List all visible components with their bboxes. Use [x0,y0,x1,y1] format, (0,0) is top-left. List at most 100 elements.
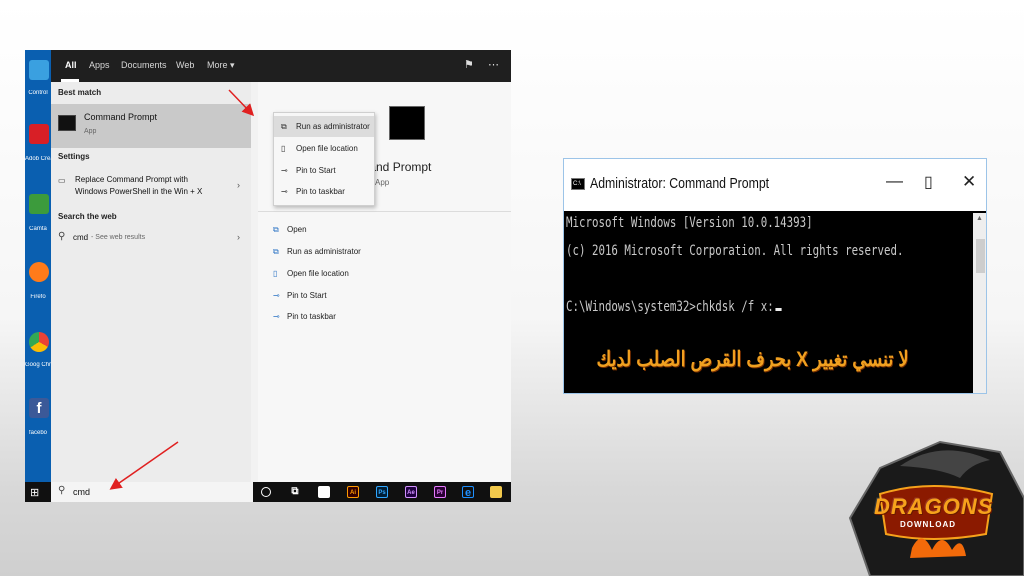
desktop-icon-label: Control [28,90,48,96]
desktop-icon-label: facebo [28,430,47,436]
settings-item-line2: Windows PowerShell in the Win + X [75,187,203,196]
search-web-heading: Search the web [58,212,117,221]
console-line: (c) 2016 Microsoft Corporation. All righ… [566,243,904,259]
search-icon: ⚲ [58,231,66,242]
settings-item[interactable]: ▭ Replace Command Prompt with Windows Po… [51,166,251,206]
desktop-icon-label: Camta [29,226,47,232]
windows-start-icon[interactable]: ⊞ [30,486,39,499]
desktop-icon-label: Firefo [30,294,46,300]
firefox-icon[interactable] [29,262,49,282]
folder-icon: ▯ [273,269,278,278]
ctx-label: Open file location [296,144,358,153]
action-label: Pin to Start [287,291,327,300]
best-match-heading: Best match [58,88,102,97]
ctx-pin-to-start[interactable]: ⊸ Pin to Start [274,160,374,181]
text-cursor [775,308,782,311]
best-match-item[interactable]: Command Prompt App [51,104,251,148]
chevron-right-icon: › [237,180,240,190]
pin-icon: ⊸ [281,187,288,196]
taskbar: ⊞ ⚲ cmd ⧉ Ai Ps Ae Pr e [25,482,511,502]
cmd-titlebar[interactable]: C:\ Administrator: Command Prompt — ▯ ✕ [564,159,986,211]
scroll-up-icon[interactable]: ▲ [976,215,983,222]
tab-web[interactable]: Web [176,60,194,70]
camtasia-icon[interactable] [29,194,49,214]
control-panel-icon[interactable] [29,60,49,80]
arabic-overlay-note: لا تنسي تغيير X بحرف القرص الصلب لديك [596,348,909,371]
web-hint: - See web results [91,234,146,241]
start-search-screenshot: Control Adob Creat Camta Firefo Goog Chr… [25,50,511,502]
action-pin-to-taskbar[interactable]: ⊸ Pin to taskbar [273,312,336,321]
ctx-run-as-admin[interactable]: ⧉ Run as administrator [274,116,374,137]
ctx-label: Run as administrator [296,122,370,131]
folder-icon: ▯ [281,144,286,153]
ctx-label: Pin to Start [296,166,336,175]
action-open[interactable]: ⧉ Open [273,225,307,235]
feedback-icon[interactable]: ⚑ [464,58,474,71]
command-prompt-icon [58,115,76,131]
action-pin-to-start[interactable]: ⊸ Pin to Start [273,291,327,300]
pin-icon: ⊸ [281,166,288,175]
display-settings-icon: ▭ [58,176,66,185]
start-menu: All Apps Documents Web More ▾ ⚑ ⋯ Best m… [51,50,511,482]
console-command: C:\Windows\system32>chkdsk /f x: [566,299,774,315]
logo-title: DRAGONS [874,494,994,519]
maximize-icon[interactable]: ▯ [924,172,933,192]
tab-apps[interactable]: Apps [89,60,110,70]
cmd-title: Administrator: Command Prompt [590,175,770,192]
task-view-icon[interactable]: ⧉ [289,486,301,498]
chevron-right-icon: › [237,232,240,242]
premiere-icon[interactable]: Pr [434,486,446,498]
dragons-download-logo: DRAGONS DOWNLOAD [840,438,1024,576]
edge-icon[interactable]: e [462,486,474,499]
preview-subtitle: App [375,178,390,187]
cmd-scrollbar[interactable]: ▲ [973,213,986,393]
pin-icon: ⊸ [273,291,280,300]
minimize-icon[interactable]: — [886,171,903,191]
settings-heading: Settings [58,152,90,161]
desktop-icon-column: Control Adob Creat Camta Firefo Goog Chr… [25,50,51,482]
shield-icon: ⧉ [273,247,279,256]
tab-more[interactable]: More ▾ [207,60,235,71]
action-run-as-admin[interactable]: ⧉ Run as administrator [273,247,361,257]
web-result-item[interactable]: ⚲ cmd - See web results › [51,226,251,250]
action-open-file-location[interactable]: ▯ Open file location [273,269,349,278]
tab-all[interactable]: All [65,60,77,70]
action-label: Pin to taskbar [287,312,336,321]
close-icon[interactable]: ✕ [962,172,976,192]
divider [258,211,511,212]
adobe-creative-cloud-icon[interactable] [29,124,49,144]
console-prompt-line: C:\Windows\system32>chkdsk /f x: [566,299,782,315]
app-window-icon[interactable] [318,486,330,498]
taskbar-search-value: cmd [73,487,91,497]
action-label: Open [287,225,307,234]
command-prompt-large-icon [389,106,425,140]
context-menu: ⧉ Run as administrator ▯ Open file locatio… [273,112,375,206]
ctx-label: Pin to taskbar [296,187,345,196]
scroll-thumb[interactable] [976,239,985,273]
cmd-app-icon: C:\ [571,178,585,190]
web-query: cmd [73,233,89,242]
ctx-open-file-location[interactable]: ▯ Open file location [274,138,374,159]
ctx-pin-to-taskbar[interactable]: ⊸ Pin to taskbar [274,181,374,202]
search-tabs: All Apps Documents Web More ▾ ⚑ ⋯ [51,50,511,82]
shield-icon: ⧉ [281,122,287,131]
cortana-icon[interactable] [261,487,271,497]
best-match-title: Command Prompt [84,112,158,122]
illustrator-icon[interactable]: Ai [347,486,359,498]
action-label: Open file location [287,269,349,278]
desktop-icon-label: Goog Chron [25,362,51,368]
open-icon: ⧉ [273,225,279,234]
chrome-icon[interactable] [29,332,49,352]
console-line: Microsoft Windows [Version 10.0.14393] [566,215,813,231]
action-label: Run as administrator [287,247,361,256]
more-options-icon[interactable]: ⋯ [488,58,499,71]
file-explorer-icon[interactable] [490,486,502,498]
facebook-icon[interactable]: f [29,398,49,418]
results-pane: Best match Command Prompt App Settings ▭… [51,82,251,482]
pin-icon: ⊸ [273,312,280,321]
desktop-icon-label: Adob Creat [25,156,51,162]
tab-documents[interactable]: Documents [121,60,167,70]
after-effects-icon[interactable]: Ae [405,486,417,498]
taskbar-search-box[interactable]: ⚲ cmd [51,482,253,502]
photoshop-icon[interactable]: Ps [376,486,388,498]
